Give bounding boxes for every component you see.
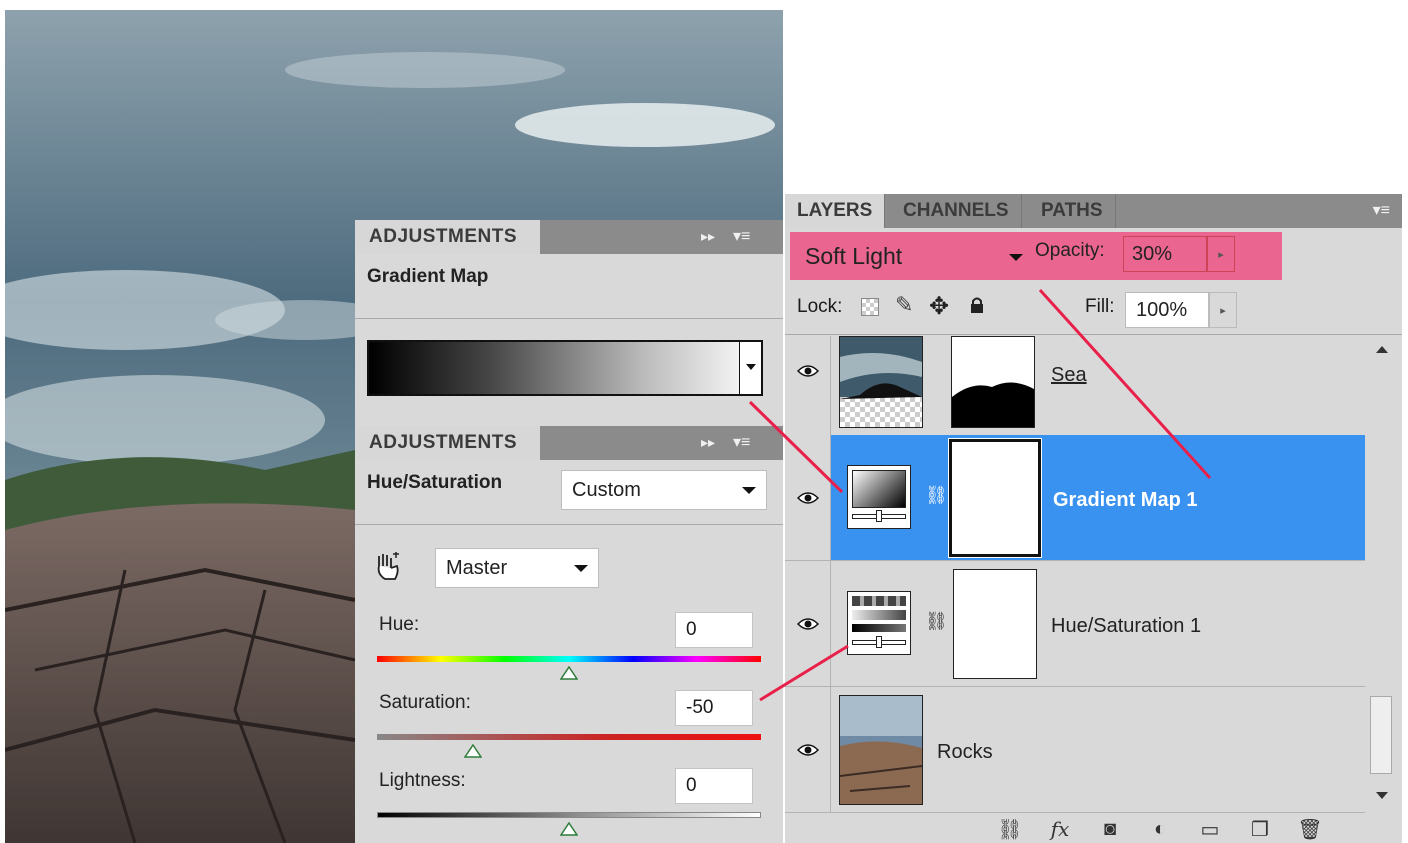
preset-dropdown[interactable]: Custom — [561, 470, 767, 510]
chevron-down-icon — [1009, 254, 1023, 261]
eye-icon[interactable] — [797, 491, 819, 505]
hue-input[interactable]: 0 — [675, 612, 753, 648]
fx-icon[interactable]: fx — [1035, 816, 1085, 842]
collapse-icon[interactable]: ▸▸ — [701, 228, 715, 245]
opacity-slider-button[interactable]: ▸ — [1207, 236, 1235, 272]
divider — [355, 318, 783, 319]
layers-scrollbar[interactable] — [1367, 336, 1397, 814]
hue-slider-track[interactable] — [377, 656, 761, 662]
chain-link-icon[interactable]: ⛓ — [925, 611, 948, 632]
lightness-label: Lightness: — [379, 770, 466, 791]
lightness-slider-track[interactable] — [377, 812, 761, 818]
gradient-picker[interactable] — [367, 340, 763, 396]
link-layers-icon[interactable]: ⛓ — [985, 816, 1035, 842]
blend-mode-value: Soft Light — [805, 242, 903, 269]
new-layer-icon[interactable]: ❐ — [1235, 816, 1285, 842]
layer-thumbnail — [839, 336, 923, 428]
divider — [785, 334, 1402, 335]
opacity-label: Opacity: — [1035, 240, 1105, 261]
folder-icon[interactable]: ▭ — [1185, 816, 1235, 842]
saturation-label: Saturation: — [379, 692, 471, 713]
layer-row-rocks[interactable]: Rocks — [785, 687, 1365, 813]
opacity-value: 30% — [1132, 242, 1173, 265]
panel-menu-icon[interactable]: ▾≡ — [733, 432, 750, 452]
lock-transparent-icon[interactable] — [861, 298, 879, 316]
layer-row-hue-saturation[interactable]: ⛓ Hue/Saturation 1 — [785, 561, 1365, 687]
lock-all-icon[interactable] — [969, 296, 985, 314]
layer-thumbnail — [839, 695, 923, 805]
layer-name: Rocks — [937, 741, 993, 763]
layer-row-gradient-map[interactable]: ⛓ Gradient Map 1 — [785, 435, 1365, 561]
panel-menu-icon[interactable]: ▾≡ — [1373, 200, 1390, 220]
eye-icon[interactable] — [797, 617, 819, 631]
scroll-up-icon[interactable] — [1376, 346, 1388, 353]
channel-dropdown[interactable]: Master — [435, 548, 599, 588]
layer-mask-thumbnail — [951, 336, 1035, 428]
divider — [355, 524, 783, 525]
layers-footer: ⛓ fx ◙ ◐ ▭ ❐ 🗑 — [985, 816, 1335, 842]
mask-icon[interactable]: ◙ — [1085, 816, 1135, 842]
layers-tabbar: LAYERS CHANNELS PATHS ▾≡ — [785, 194, 1402, 228]
adjustment-layer-icon[interactable]: ◐ — [1135, 816, 1185, 842]
saturation-slider-track[interactable] — [377, 734, 761, 740]
layer-name: Sea — [1051, 364, 1087, 386]
tab-layers[interactable]: LAYERS — [785, 194, 886, 228]
eye-icon[interactable] — [797, 364, 819, 378]
chevron-down-icon — [742, 487, 756, 494]
opacity-input[interactable]: 30% — [1123, 236, 1207, 272]
channel-value: Master — [446, 556, 508, 579]
eye-icon[interactable] — [797, 743, 819, 757]
scroll-thumb[interactable] — [1370, 696, 1392, 774]
tab-paths[interactable]: PATHS — [1029, 194, 1116, 228]
lock-move-icon[interactable]: ✥ — [929, 292, 949, 321]
adjustments-panel-gradient-map: ADJUSTMENTS ▸▸ ▾≡ Gradient Map — [355, 220, 783, 426]
gradient-dropdown-button[interactable] — [739, 342, 761, 394]
fill-label: Fill: — [1085, 296, 1115, 317]
hue-label: Hue: — [379, 614, 420, 635]
saturation-input[interactable]: -50 — [675, 690, 753, 726]
chain-link-icon[interactable]: ⛓ — [925, 485, 948, 506]
fill-input[interactable]: 100% — [1125, 292, 1209, 328]
hand-target-icon[interactable] — [373, 552, 407, 582]
adjustments-tab[interactable]: ADJUSTMENTS — [369, 226, 517, 248]
layer-name: Hue/Saturation 1 — [1051, 615, 1202, 637]
scroll-down-icon[interactable] — [1376, 792, 1388, 799]
layer-mask-thumbnail — [948, 438, 1042, 558]
chevron-down-icon — [746, 364, 756, 370]
lock-brush-icon[interactable]: ✎ — [895, 292, 913, 318]
adjustment-title: Hue/Saturation — [367, 472, 503, 493]
collapse-icon[interactable]: ▸▸ — [701, 434, 715, 451]
layers-panel: LAYERS CHANNELS PATHS ▾≡ Soft Light Opac… — [785, 194, 1402, 843]
adjustment-icon — [847, 465, 911, 529]
adjustments-tab[interactable]: ADJUSTMENTS — [369, 432, 517, 454]
adjustment-title: Gradient Map — [367, 266, 489, 287]
fill-slider-button[interactable]: ▸ — [1209, 292, 1237, 328]
layer-name: Gradient Map 1 — [1053, 489, 1198, 511]
panel-menu-icon[interactable]: ▾≡ — [733, 226, 750, 246]
chevron-down-icon — [574, 565, 588, 572]
layer-mask-thumbnail — [953, 569, 1037, 679]
preset-value: Custom — [572, 478, 641, 501]
tab-channels[interactable]: CHANNELS — [891, 194, 1022, 228]
lightness-input[interactable]: 0 — [675, 768, 753, 804]
lock-label: Lock: — [797, 296, 843, 317]
fill-value: 100% — [1136, 298, 1188, 321]
blend-mode-dropdown[interactable]: Soft Light — [795, 236, 1031, 276]
adjustments-panel-hue-saturation: ADJUSTMENTS ▸▸ ▾≡ Hue/Saturation Custom … — [355, 426, 783, 843]
adjustment-icon — [847, 591, 911, 655]
trash-icon[interactable]: 🗑 — [1285, 816, 1335, 842]
